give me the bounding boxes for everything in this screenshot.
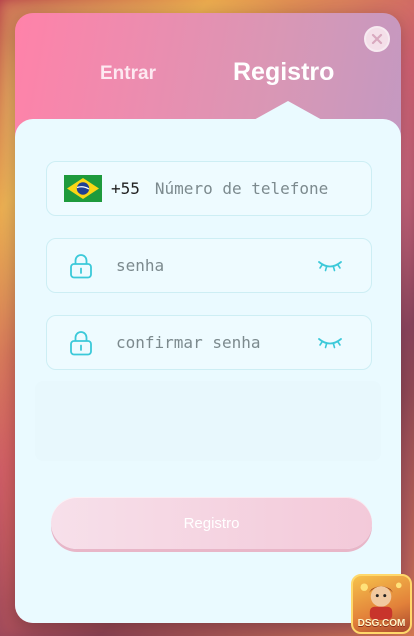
tab-login[interactable]: Entrar [100, 63, 156, 85]
register-modal: Entrar Registro +55 Número de telefone R… [15, 13, 401, 623]
password-field [46, 238, 372, 293]
confirm-password-input[interactable] [114, 332, 317, 353]
confirm-password-field [46, 315, 372, 370]
eye-closed-icon[interactable] [317, 336, 343, 350]
close-icon [371, 33, 383, 45]
site-logo[interactable]: DSG.COM [351, 574, 412, 634]
phone-field: +55 [46, 161, 372, 216]
phone-input[interactable] [152, 178, 371, 199]
lock-icon [70, 253, 92, 278]
register-submit-button[interactable]: Registro [51, 497, 372, 549]
logo-text: DSG.COM [357, 618, 406, 629]
lock-icon [70, 330, 92, 355]
blank-area [35, 381, 381, 461]
password-input[interactable] [114, 255, 317, 276]
eye-closed-icon[interactable] [317, 259, 343, 273]
active-tab-indicator [252, 101, 324, 121]
close-button[interactable] [364, 26, 390, 52]
brazil-flag-icon[interactable] [64, 175, 102, 202]
country-code[interactable]: +55 [111, 179, 140, 198]
tab-register[interactable]: Registro [233, 58, 334, 87]
